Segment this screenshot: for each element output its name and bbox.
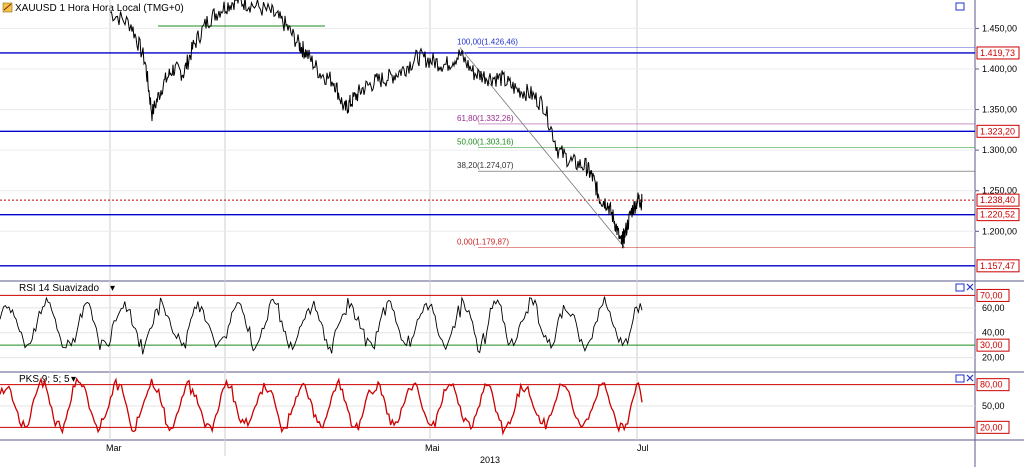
fib-label-3: 38,20(1.274,07) — [457, 161, 514, 170]
rsi-title: RSI 14 Suavizado — [19, 283, 99, 294]
main-tick-label-5: 1.200,00 — [982, 226, 1017, 236]
h-level-tag-label-2: 1.220,52 — [980, 210, 1015, 220]
chart-svg: XAUUSD 1 Hora Hora Local (TMG+0) RSI 14 … — [0, 0, 1024, 467]
rsi-level-tag-label-0: 70,00 — [980, 290, 1003, 300]
fib-label-4: 0,00(1.179,87) — [457, 238, 509, 247]
time-label-year: 2013 — [480, 455, 500, 465]
rsi-level-tag-label-1: 30,00 — [980, 340, 1003, 350]
fib-label-2: 50,00(1.303,16) — [457, 138, 514, 147]
pks-level-tag-label-0: 80,00 — [980, 380, 1003, 390]
h-level-tag-label-1: 1.323,20 — [980, 126, 1015, 136]
rsi-tick-label-1: 40,00 — [982, 328, 1005, 338]
rsi-menu-icon[interactable]: ▾ — [110, 283, 115, 294]
rsi-tick-label-0: 60,00 — [982, 303, 1005, 313]
h-level-tag-label-0: 1.419,73 — [980, 48, 1015, 58]
main-tick-label-3: 1.300,00 — [982, 145, 1017, 155]
main-title-group[interactable]: XAUUSD 1 Hora Hora Local (TMG+0) — [2, 2, 184, 14]
main-title: XAUUSD 1 Hora Hora Local (TMG+0) — [15, 3, 184, 14]
pks-tick-label-0: 50,00 — [982, 401, 1005, 411]
main-tick-label-0: 1.450,00 — [982, 23, 1017, 33]
h-level-tag-label-3: 1.157,47 — [980, 261, 1015, 271]
rsi-tick-label-2: 20,00 — [982, 353, 1005, 363]
pks-level-tag-label-1: 20,00 — [980, 422, 1003, 432]
fib-label-0: 100,00(1.426,46) — [457, 38, 518, 47]
main-tick-label-1: 1.400,00 — [982, 64, 1017, 74]
fib-label-1: 61,80(1.332,26) — [457, 114, 514, 123]
time-label-jul: Jul — [637, 443, 649, 453]
current-price-tag-label: 1.238,40 — [980, 195, 1015, 205]
main-tick-label-2: 1.350,00 — [982, 105, 1017, 115]
time-label-mar: Mar — [106, 443, 122, 453]
chart-window: XAUUSD 1 Hora Hora Local (TMG+0) RSI 14 … — [0, 0, 1024, 467]
time-label-mai: Mai — [425, 443, 440, 453]
